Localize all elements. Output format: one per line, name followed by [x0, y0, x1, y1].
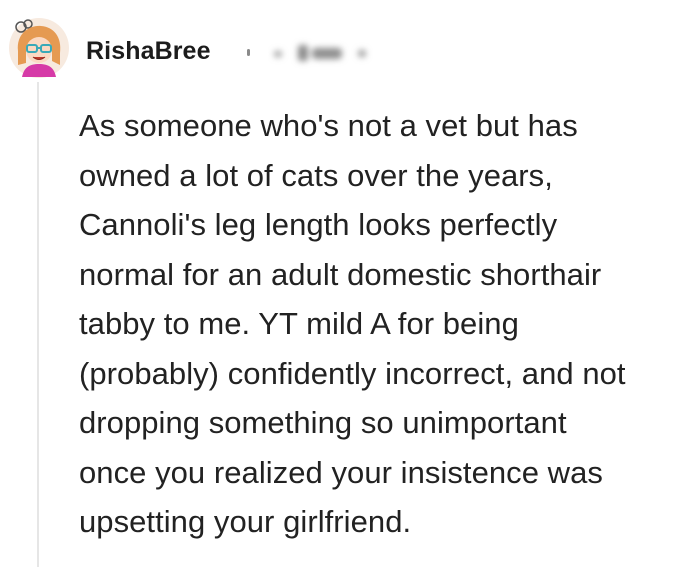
- separator-dot-icon: [247, 49, 250, 56]
- comment-line: Cannoli's leg length looks perfectly: [79, 207, 558, 242]
- thread-line[interactable]: [37, 82, 39, 567]
- cartoon-avatar-icon: [9, 18, 69, 78]
- comment-line: dropping something so unimportant: [79, 405, 567, 440]
- user-avatar[interactable]: [8, 17, 70, 79]
- comment-line: As someone who's not a vet but has: [79, 108, 578, 143]
- redacted-metadata: [268, 36, 378, 70]
- comment-line: owned a lot of cats over the years,: [79, 157, 553, 193]
- comment-line: once you realized your insistence was: [79, 454, 603, 490]
- comment-line: normal for an adult domestic shorthair: [79, 256, 602, 292]
- comment-line: tabby to me. YT mild A for being: [79, 306, 519, 341]
- comment-body: As someone who's not a vet but has owned…: [79, 101, 699, 547]
- comment-card: RishaBree As someone who's not a vet but…: [0, 0, 700, 567]
- comment-line: upsetting your girlfriend.: [79, 504, 412, 539]
- comment-author[interactable]: RishaBree: [86, 35, 211, 67]
- comment-line: (probably) confidently incorrect, and no…: [79, 355, 626, 391]
